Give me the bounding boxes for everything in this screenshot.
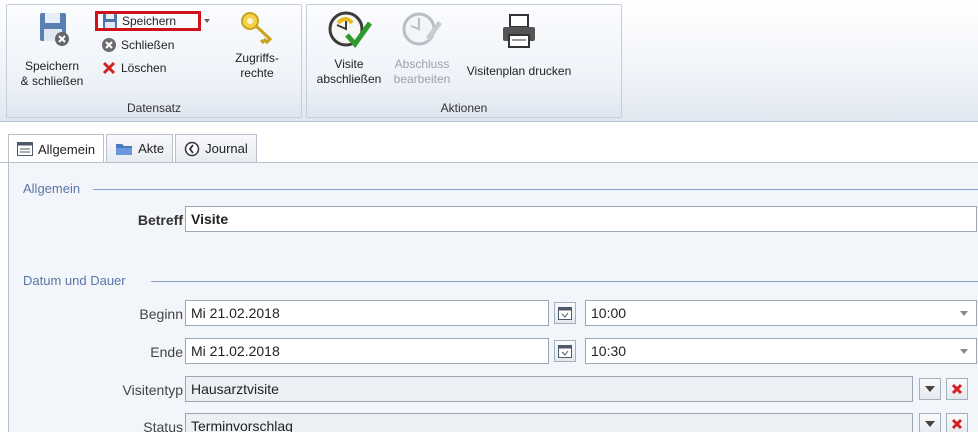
clear-x-icon [951, 383, 963, 395]
tab-journal[interactable]: Journal [175, 134, 257, 162]
tab-akte[interactable]: Akte [106, 134, 174, 162]
print-visit-plan-button[interactable]: Visitenplan drucken [457, 11, 581, 79]
delete-button[interactable]: Löschen [101, 58, 166, 78]
tabstrip: Allgemein Akte Journal [8, 134, 259, 163]
dropdown-icon [925, 421, 935, 427]
printer-icon [503, 14, 535, 48]
save-label: Speichern [122, 14, 177, 28]
status-field[interactable]: Terminvorschlag [185, 413, 913, 432]
calendar-icon [558, 307, 572, 320]
clock-check-icon [328, 11, 373, 49]
end-time-select[interactable]: 10:30 [585, 338, 977, 364]
edit-completion-button[interactable]: Abschluss bearbeiten [387, 7, 457, 87]
close-visit-button[interactable]: Visite abschließen [313, 7, 385, 87]
begin-label: Beginn [139, 306, 183, 322]
begin-time-select[interactable]: 10:00 [585, 300, 977, 326]
section-title-date-duration: Datum und Dauer [23, 273, 126, 288]
subject-label: Betreff [137, 212, 183, 228]
visit-type-dropdown-button[interactable] [919, 378, 941, 400]
group-label-datensatz: Datensatz [126, 101, 182, 115]
close-button[interactable]: Schließen [101, 35, 174, 55]
begin-time-value: 10:00 [591, 305, 627, 321]
close-visit-label-2: abschließen [316, 72, 382, 86]
end-label: Ende [150, 344, 183, 360]
calendar-icon [558, 345, 572, 358]
ribbon-group-aktionen: Visite abschließen Abschluss bearbeiten … [306, 4, 622, 118]
status-dropdown-button[interactable] [919, 413, 941, 432]
end-calendar-button[interactable] [554, 340, 576, 362]
key-icon [241, 12, 273, 45]
access-label-1: Zugriffs- [235, 51, 279, 65]
ribbon-group-datensatz: Speichern & schließen Speichern Schließe… [6, 4, 302, 118]
clock-edit-icon [402, 12, 442, 46]
chevron-down-icon [960, 349, 968, 354]
dropdown-icon [925, 386, 935, 392]
tab-akte-label: Akte [138, 141, 165, 156]
tab-allgemein-label: Allgemein [38, 141, 96, 157]
begin-calendar-button[interactable] [554, 302, 576, 324]
subject-input[interactable]: Visite [185, 206, 977, 232]
close-label: Schließen [121, 38, 175, 52]
edit-completion-label-1: Abschluss [394, 57, 450, 71]
close-circle-icon [102, 38, 116, 52]
clear-x-icon [951, 418, 963, 430]
save-and-close-button[interactable]: Speichern & schließen [15, 9, 89, 89]
access-label-2: rechte [240, 66, 274, 80]
visit-type-field[interactable]: Hausarztvisite [185, 376, 913, 402]
floppy-close-icon [40, 13, 69, 46]
visit-type-clear-button[interactable] [946, 378, 968, 400]
save-dropdown-arrow-icon[interactable] [204, 19, 210, 23]
begin-date-input[interactable]: Mi 21.02.2018 [185, 300, 549, 326]
tab-bar: Allgemein Akte Journal [0, 122, 978, 163]
edit-completion-label-2: bearbeiten [393, 72, 451, 86]
section-rule-general [93, 189, 978, 190]
delete-x-icon [102, 61, 116, 75]
section-rule-date-duration [151, 281, 978, 282]
form-panel: Allgemein Betreff Visite Datum und Dauer… [8, 163, 978, 432]
tab-allgemein[interactable]: Allgemein [8, 134, 105, 163]
group-label-aktionen: Aktionen [440, 101, 488, 115]
delete-label: Löschen [121, 61, 167, 75]
chevron-down-icon [960, 311, 968, 316]
status-clear-button[interactable] [946, 413, 968, 432]
floppy-icon [103, 14, 117, 28]
form-icon [17, 142, 33, 156]
section-title-general: Allgemein [23, 181, 81, 196]
status-label: Status [143, 419, 183, 432]
folder-icon [116, 143, 133, 155]
print-visit-plan-label: Visitenplan drucken [466, 64, 572, 78]
tab-journal-label: Journal [205, 141, 248, 156]
ribbon: Speichern & schließen Speichern Schließe… [0, 0, 978, 122]
close-visit-label-1: Visite [334, 57, 364, 71]
access-rights-button[interactable]: Zugriffs- rechte [217, 9, 297, 81]
save-button[interactable]: Speichern [95, 11, 201, 31]
visit-type-label: Visitentyp [122, 382, 183, 398]
save-close-label-2: & schließen [20, 74, 84, 88]
end-date-input[interactable]: Mi 21.02.2018 [185, 338, 549, 364]
history-icon [184, 141, 200, 156]
end-time-value: 10:30 [591, 343, 627, 359]
save-close-label-1: Speichern [24, 59, 80, 73]
